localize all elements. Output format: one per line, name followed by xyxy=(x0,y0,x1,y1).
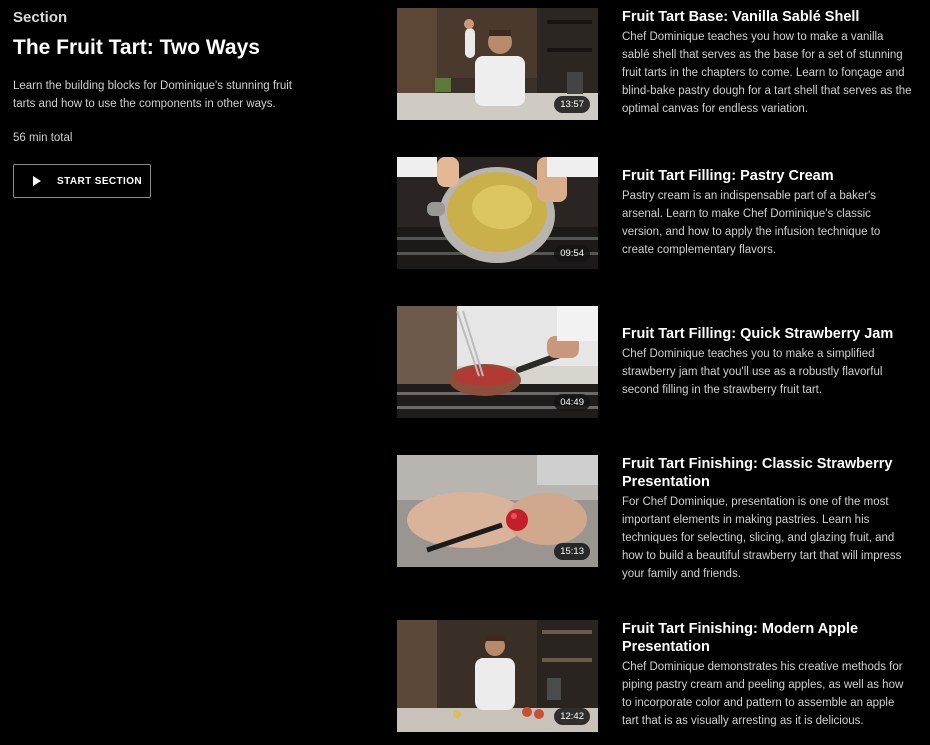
lesson-description: For Chef Dominique, presentation is one … xyxy=(622,496,902,580)
lesson-thumbnail[interactable]: 15:13 xyxy=(397,455,598,567)
lesson-text: Fruit Tart Finishing: Modern Apple Prese… xyxy=(622,620,912,730)
lesson-title[interactable]: Fruit Tart Finishing: Modern Apple Prese… xyxy=(622,620,912,656)
lesson-description: Chef Dominique teaches you to make a sim… xyxy=(622,348,883,396)
lesson-description: Chef Dominique demonstrates his creative… xyxy=(622,661,904,727)
start-section-label: START SECTION xyxy=(57,175,143,187)
lesson-description: Chef Dominique teaches you how to make a… xyxy=(622,31,912,115)
section-label: Section xyxy=(13,9,68,26)
lesson-duration: 09:54 xyxy=(554,245,590,262)
play-icon xyxy=(33,176,41,186)
lesson-text: Fruit Tart Base: Vanilla Sablé Shell Che… xyxy=(622,8,912,118)
lesson-duration: 04:49 xyxy=(554,394,590,411)
lesson-description: Pastry cream is an indispensable part of… xyxy=(622,190,881,256)
lesson-title[interactable]: Fruit Tart Filling: Quick Strawberry Jam xyxy=(622,325,912,343)
lesson-duration: 15:13 xyxy=(554,543,590,560)
section-panel: Section The Fruit Tart: Two Ways Learn t… xyxy=(13,9,313,198)
lesson-title[interactable]: Fruit Tart Base: Vanilla Sablé Shell xyxy=(622,8,912,26)
lesson-text: Fruit Tart Filling: Quick Strawberry Jam… xyxy=(622,325,912,399)
lesson-title[interactable]: Fruit Tart Finishing: Classic Strawberry… xyxy=(622,455,912,491)
lesson-thumbnail[interactable]: 09:54 xyxy=(397,157,598,269)
section-total-duration: 56 min total xyxy=(13,132,73,144)
lesson-thumbnail[interactable]: 13:57 xyxy=(397,8,598,120)
section-title: The Fruit Tart: Two Ways xyxy=(13,36,260,59)
lesson-thumbnail[interactable]: 04:49 xyxy=(397,306,598,418)
section-description: Learn the building blocks for Dominique'… xyxy=(13,80,292,110)
lesson-text: Fruit Tart Filling: Pastry Cream Pastry … xyxy=(622,167,912,259)
start-section-button[interactable]: START SECTION xyxy=(13,164,151,198)
lesson-text: Fruit Tart Finishing: Classic Strawberry… xyxy=(622,455,912,583)
lesson-thumbnail[interactable]: 12:42 xyxy=(397,620,598,732)
lesson-duration: 13:57 xyxy=(554,96,590,113)
lesson-title[interactable]: Fruit Tart Filling: Pastry Cream xyxy=(622,167,912,185)
lesson-duration: 12:42 xyxy=(554,708,590,725)
